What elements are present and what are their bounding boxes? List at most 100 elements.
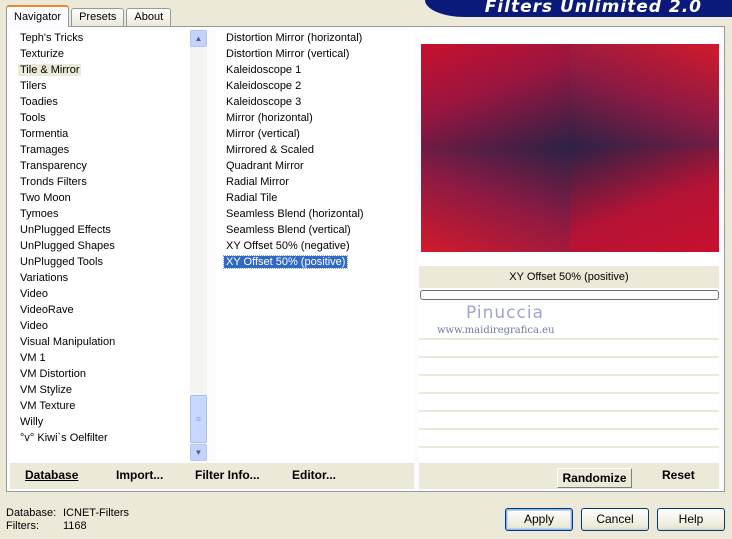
slider-row[interactable] — [419, 412, 719, 430]
cancel-button[interactable]: Cancel — [581, 508, 649, 531]
tab-presets[interactable]: Presets — [71, 8, 125, 26]
category-item[interactable]: VM 1 — [10, 350, 208, 366]
filter-item[interactable]: XY Offset 50% (positive) — [216, 254, 414, 270]
category-item[interactable]: Tronds Filters — [10, 174, 208, 190]
category-item[interactable]: VideoRave — [10, 302, 208, 318]
category-list[interactable]: Teph's Tricks Texturize Tile & Mirror Tiler… — [10, 30, 208, 461]
chevron-up-icon: ▲ — [194, 34, 203, 43]
database-button[interactable]: Database — [25, 468, 78, 482]
category-item[interactable]: Visual Manipulation — [10, 334, 208, 350]
slider-row[interactable] — [419, 376, 719, 394]
scroll-down-button[interactable]: ▼ — [190, 444, 207, 461]
app-title: Filters Unlimited 2.0 — [484, 0, 702, 17]
category-item[interactable]: VM Texture — [10, 398, 208, 414]
filter-info-button[interactable]: Filter Info... — [195, 468, 260, 482]
category-item[interactable]: Two Moon — [10, 190, 208, 206]
category-item[interactable]: UnPlugged Tools — [10, 254, 208, 270]
filter-item[interactable]: Quadrant Mirror — [216, 158, 414, 174]
filter-item[interactable]: Kaleidoscope 1 — [216, 62, 414, 78]
category-item[interactable]: Tile & Mirror — [10, 62, 208, 78]
category-item-label: UnPlugged Effects — [20, 224, 111, 236]
category-item-label: VM Texture — [20, 400, 76, 412]
filter-item[interactable]: Mirror (horizontal) — [216, 110, 414, 126]
category-item-label: Tramages — [20, 144, 70, 156]
category-item[interactable]: Tormentia — [10, 126, 208, 142]
category-item[interactable]: Transparency — [10, 158, 208, 174]
filter-item[interactable]: Radial Mirror — [216, 174, 414, 190]
preview-quadrant — [570, 44, 719, 148]
filter-item[interactable]: Mirror (vertical) — [216, 126, 414, 142]
filter-item[interactable]: Radial Tile — [216, 190, 414, 206]
tab-navigator[interactable]: Navigator — [6, 5, 70, 27]
filter-item-label: Seamless Blend (horizontal) — [226, 208, 364, 220]
database-value: ICNET-Filters — [63, 507, 129, 519]
category-item[interactable]: VM Stylize — [10, 382, 208, 398]
category-item[interactable]: Tramages — [10, 142, 208, 158]
filter-item-label: Radial Tile — [226, 192, 278, 204]
category-item-label: Tools — [20, 112, 46, 124]
filter-item[interactable]: Kaleidoscope 2 — [216, 78, 414, 94]
category-item-label: Tormentia — [20, 128, 69, 140]
tab-about[interactable]: About — [126, 8, 172, 26]
category-item-label: Toadies — [20, 96, 58, 108]
category-item-label: Teph's Tricks — [20, 32, 84, 44]
tab-bar: Navigator Presets About — [6, 5, 173, 27]
status-info: Database: ICNET-Filters Filters: 1168 — [6, 507, 129, 533]
category-item[interactable]: Tools — [10, 110, 208, 126]
apply-button[interactable]: Apply — [505, 508, 573, 531]
category-item[interactable]: Teph's Tricks — [10, 30, 208, 46]
filter-item[interactable]: Seamless Blend (horizontal) — [216, 206, 414, 222]
category-item[interactable]: Video — [10, 286, 208, 302]
filter-item-label: Mirror (horizontal) — [226, 112, 313, 124]
scroll-thumb[interactable]: ≡ — [190, 395, 207, 443]
category-item[interactable]: Tymoes — [10, 206, 208, 222]
app-banner: Filters Unlimited 2.0 — [425, 0, 732, 17]
category-item[interactable]: Texturize — [10, 46, 208, 62]
category-item[interactable]: Variations — [10, 270, 208, 286]
category-item-label: Transparency — [20, 160, 87, 172]
category-item[interactable]: UnPlugged Effects — [10, 222, 208, 238]
slider-row[interactable] — [419, 430, 719, 448]
category-item[interactable]: °v° Kiwi`s Oelfilter — [10, 430, 208, 446]
category-item-label: °v° Kiwi`s Oelfilter — [20, 432, 108, 444]
category-item[interactable]: Willy — [10, 414, 208, 430]
slider-row[interactable] — [419, 394, 719, 412]
category-item-label: VM Stylize — [20, 384, 72, 396]
filter-item-label: Distortion Mirror (vertical) — [226, 48, 350, 60]
progress-bar — [420, 290, 719, 300]
category-item-label: VM 1 — [20, 352, 46, 364]
category-item[interactable]: VM Distortion — [10, 366, 208, 382]
category-item[interactable]: Video — [10, 318, 208, 334]
database-button-label: Database — [25, 468, 79, 482]
filter-item[interactable]: Distortion Mirror (horizontal) — [216, 30, 414, 46]
randomize-button[interactable]: Randomize — [557, 468, 632, 488]
filter-item[interactable]: Seamless Blend (vertical) — [216, 222, 414, 238]
help-button[interactable]: Help — [657, 508, 725, 531]
category-item-label: VideoRave — [20, 304, 74, 316]
database-label: Database: — [6, 507, 57, 519]
slider-row[interactable] — [419, 358, 719, 376]
filter-item[interactable]: Distortion Mirror (vertical) — [216, 46, 414, 62]
slider-row[interactable] — [419, 340, 719, 358]
filter-item-label: Kaleidoscope 2 — [226, 80, 302, 92]
category-item-label: Tile & Mirror — [18, 64, 82, 76]
category-item[interactable]: Tilers — [10, 78, 208, 94]
import-button[interactable]: Import... — [116, 468, 163, 482]
filter-item[interactable]: XY Offset 50% (negative) — [216, 238, 414, 254]
filter-item-label: XY Offset 50% (negative) — [226, 240, 350, 252]
category-item-label: Visual Manipulation — [20, 336, 116, 348]
filter-list[interactable]: Distortion Mirror (horizontal) Distortion… — [216, 30, 414, 461]
reset-button[interactable]: Reset — [662, 468, 695, 482]
category-item-label: Tilers — [20, 80, 47, 92]
editor-button[interactable]: Editor... — [292, 468, 336, 482]
category-scrollbar[interactable]: ▲ ≡ ▼ — [190, 30, 207, 461]
category-item-label: Willy — [20, 416, 44, 428]
category-item[interactable]: UnPlugged Shapes — [10, 238, 208, 254]
filter-item-label: Quadrant Mirror — [226, 160, 304, 172]
filter-item[interactable]: Mirrored & Scaled — [216, 142, 414, 158]
watermark-url: www.maidiregrafica.eu — [437, 325, 555, 336]
category-item[interactable]: Toadies — [10, 94, 208, 110]
preview-quadrant — [421, 44, 570, 148]
filter-item[interactable]: Kaleidoscope 3 — [216, 94, 414, 110]
scroll-up-button[interactable]: ▲ — [190, 30, 207, 47]
